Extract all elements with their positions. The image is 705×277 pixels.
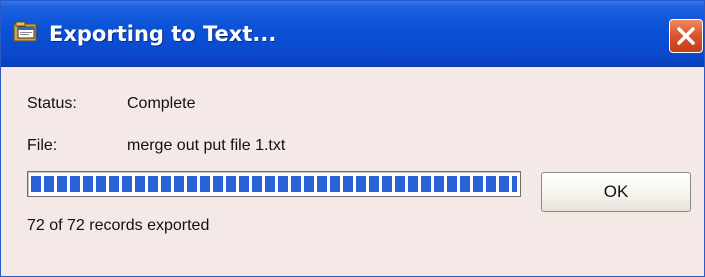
progress-fill [31,176,517,192]
status-label: Status: [27,95,77,112]
file-label: File: [27,137,58,154]
status-value: Complete [127,95,196,112]
export-dialog: Exporting to Text... Status: Complete Fi… [0,0,705,277]
title-bar[interactable]: Exporting to Text... [1,1,704,67]
export-progress-bar [27,171,521,197]
window-title: Exporting to Text... [49,22,277,46]
file-value: merge out put file 1.txt [127,137,286,154]
close-button[interactable] [669,19,703,53]
ok-button[interactable]: OK [541,172,691,212]
records-exported-text: 72 of 72 records exported [27,217,210,234]
folder-window-icon [13,21,39,43]
